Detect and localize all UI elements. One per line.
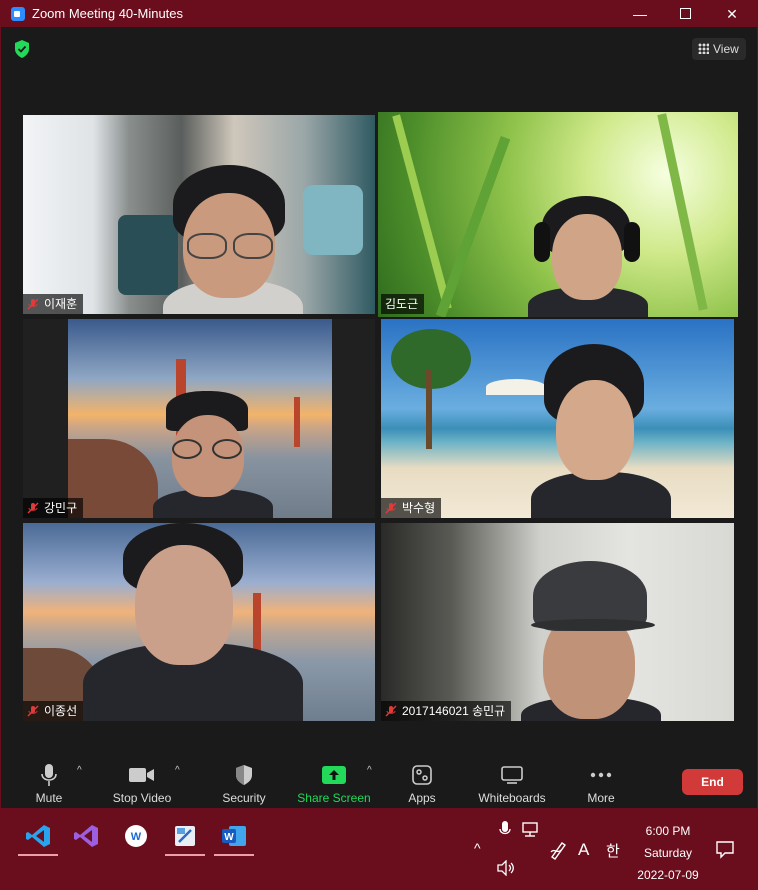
- clock-day: Saturday: [643, 846, 693, 860]
- mute-label: Mute: [35, 791, 63, 805]
- close-button[interactable]: ✕: [709, 1, 755, 27]
- apps-button[interactable]: Apps: [399, 753, 445, 809]
- name-tag: 이재훈: [23, 294, 84, 314]
- mute-button[interactable]: Mute: [25, 753, 73, 809]
- name-tag: 2017146021 송민규: [381, 701, 512, 721]
- stop-video-label: Stop Video: [112, 791, 172, 805]
- whiteboards-button[interactable]: Whiteboards: [475, 753, 549, 809]
- zoom-app-icon: [11, 7, 25, 21]
- video-camera-icon: [129, 768, 154, 782]
- pen-workspace-icon[interactable]: [549, 840, 569, 860]
- audio-options-caret-icon[interactable]: ^: [77, 765, 82, 776]
- taskbar-app-3[interactable]: W: [116, 816, 156, 856]
- meeting-toolbar: Mute ^ Stop Video ^ Security Share Scree…: [1, 753, 757, 809]
- zoom-window: Zoom Meeting 40-Minutes ✕ — View 이재훈 김도근…: [0, 0, 758, 809]
- maximize-icon[interactable]: [680, 8, 691, 19]
- svg-text:W: W: [131, 831, 142, 843]
- video-tile-4[interactable]: 박수형: [381, 319, 734, 518]
- name-tag: 강민구: [23, 498, 84, 518]
- mic-muted-icon: [27, 502, 39, 514]
- share-screen-icon: [322, 766, 346, 784]
- video-options-caret-icon[interactable]: ^: [175, 765, 180, 776]
- video-tile-2-active-speaker[interactable]: 김도근: [378, 112, 738, 317]
- windows-taskbar: W W ^ A 한 6:00 PM Saturday 2022-07-09: [0, 808, 758, 890]
- whiteboards-label: Whiteboards: [478, 791, 546, 805]
- security-button[interactable]: Security: [217, 753, 271, 809]
- view-button[interactable]: View: [692, 38, 746, 60]
- more-dots-icon: [590, 772, 612, 778]
- security-shield-icon: [236, 765, 252, 785]
- mic-muted-icon: [27, 705, 39, 717]
- participant-name: 김도근: [385, 297, 419, 311]
- participant-name: 2017146021 송민규: [402, 704, 506, 718]
- korean-ime-indicator[interactable]: 한: [606, 840, 620, 861]
- clock-time: 6:00 PM: [645, 824, 691, 838]
- more-label: More: [587, 791, 615, 805]
- tray-microphone-icon[interactable]: [499, 820, 511, 838]
- participant-name: 이재훈: [44, 297, 78, 311]
- microphone-icon: [41, 764, 57, 786]
- taskbar-app-4[interactable]: [165, 816, 205, 856]
- video-tile-3[interactable]: 강민구: [23, 319, 375, 518]
- share-screen-button[interactable]: Share Screen: [295, 753, 373, 809]
- apps-label: Apps: [408, 791, 436, 805]
- show-hidden-icons-chevron-icon[interactable]: ^: [474, 840, 481, 856]
- taskbar-clock[interactable]: 6:00 PM Saturday 2022-07-09: [628, 820, 708, 886]
- encryption-shield-icon[interactable]: [13, 39, 31, 59]
- svg-text:W: W: [224, 832, 234, 843]
- vscode-icon: [26, 825, 50, 847]
- participant-video: [521, 557, 661, 721]
- name-tag: 김도근: [381, 294, 425, 314]
- participant-name: 강민구: [44, 501, 78, 515]
- grid-icon: [698, 43, 709, 54]
- word-icon: W: [222, 826, 246, 846]
- more-button[interactable]: More: [581, 753, 621, 809]
- mic-muted-icon: [27, 298, 39, 310]
- minimize-icon[interactable]: —: [617, 1, 663, 27]
- participant-name: 이종선: [44, 704, 78, 718]
- participant-video: [153, 165, 313, 314]
- share-screen-label: Share Screen: [297, 791, 371, 805]
- mic-muted-icon: [385, 502, 397, 514]
- app-circle-icon: W: [125, 825, 147, 847]
- stop-video-button[interactable]: Stop Video: [109, 753, 175, 809]
- participant-name: 박수형: [402, 501, 436, 515]
- taskbar-visual-studio[interactable]: [66, 816, 106, 856]
- end-meeting-button[interactable]: End: [682, 769, 743, 795]
- video-tile-5[interactable]: 이종선: [23, 523, 375, 721]
- document-edit-icon: [175, 826, 195, 846]
- view-label: View: [713, 42, 739, 56]
- participant-video: [153, 391, 273, 518]
- notifications-icon[interactable]: [716, 841, 734, 859]
- input-mode-indicator[interactable]: A: [578, 840, 589, 860]
- volume-icon[interactable]: [497, 860, 515, 876]
- taskbar-vscode[interactable]: [18, 816, 58, 856]
- video-tile-6[interactable]: 2017146021 송민규: [381, 523, 734, 721]
- participant-video: [528, 192, 648, 317]
- name-tag: 이종선: [23, 701, 84, 721]
- security-label: Security: [222, 791, 266, 805]
- share-options-caret-icon[interactable]: ^: [367, 765, 372, 776]
- visual-studio-icon: [74, 825, 98, 847]
- video-tile-1[interactable]: 이재훈: [23, 115, 375, 314]
- participant-video: [83, 523, 303, 721]
- clock-date: 2022-07-09: [637, 868, 699, 882]
- network-icon[interactable]: [520, 821, 540, 837]
- taskbar-word[interactable]: W: [214, 816, 254, 856]
- window-title: Zoom Meeting 40-Minutes: [32, 6, 184, 21]
- apps-icon: [412, 765, 432, 785]
- whiteboard-icon: [501, 766, 523, 784]
- mic-muted-icon: [385, 705, 397, 717]
- participant-video: [531, 344, 671, 518]
- name-tag: 박수형: [381, 498, 442, 518]
